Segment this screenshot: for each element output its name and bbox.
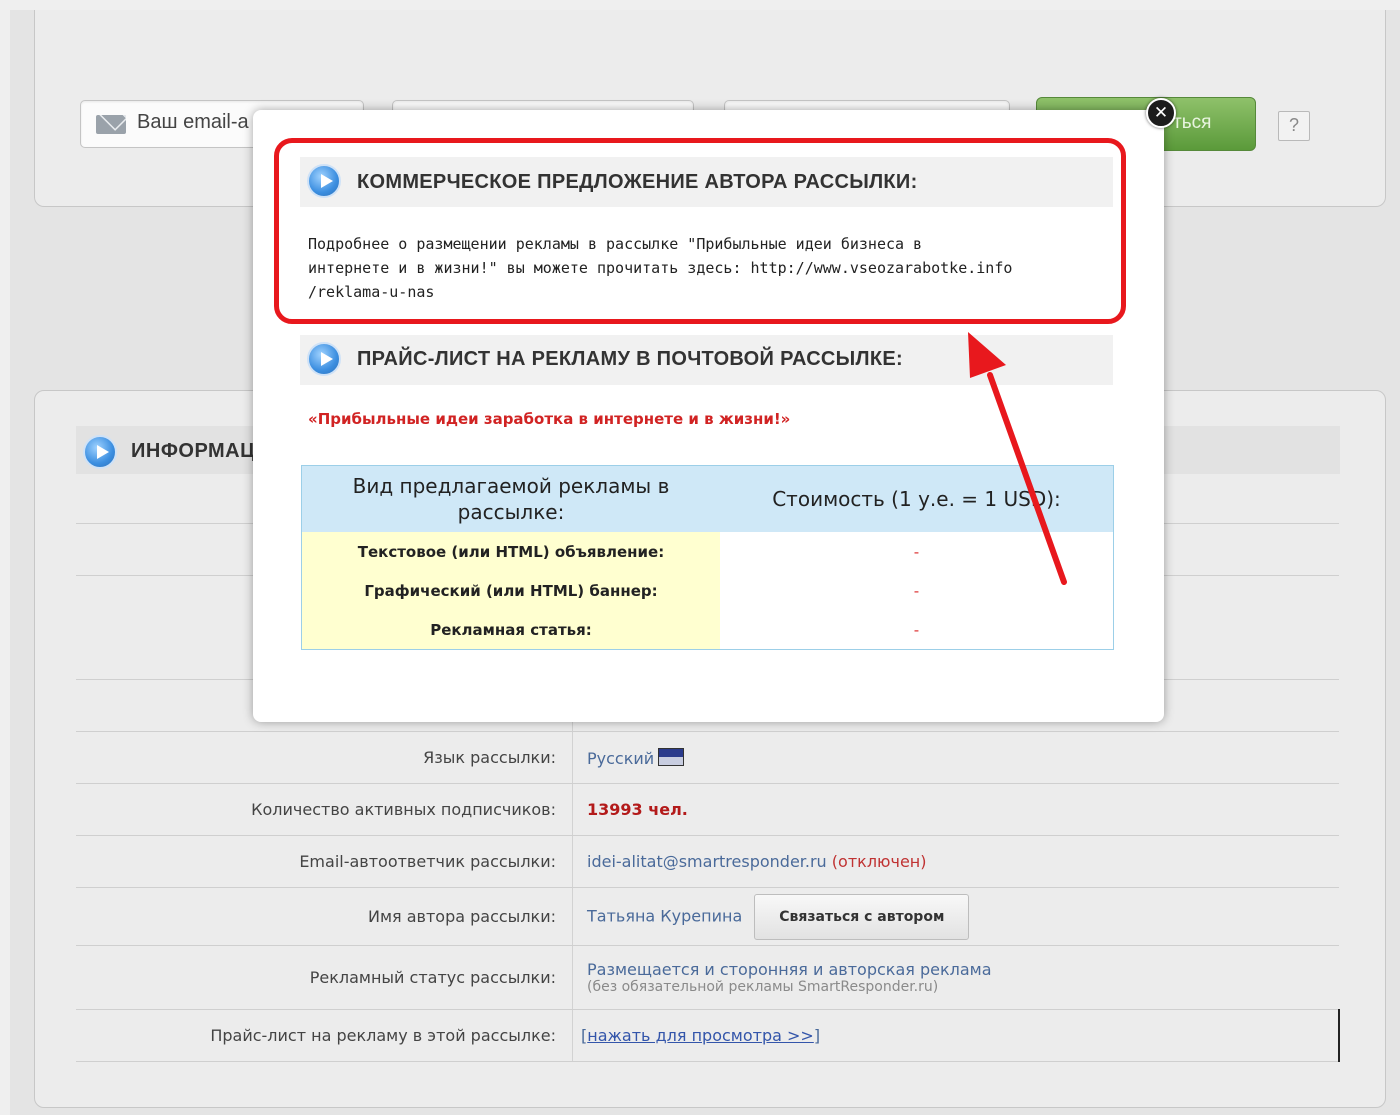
annotation-arrow	[968, 332, 1067, 585]
